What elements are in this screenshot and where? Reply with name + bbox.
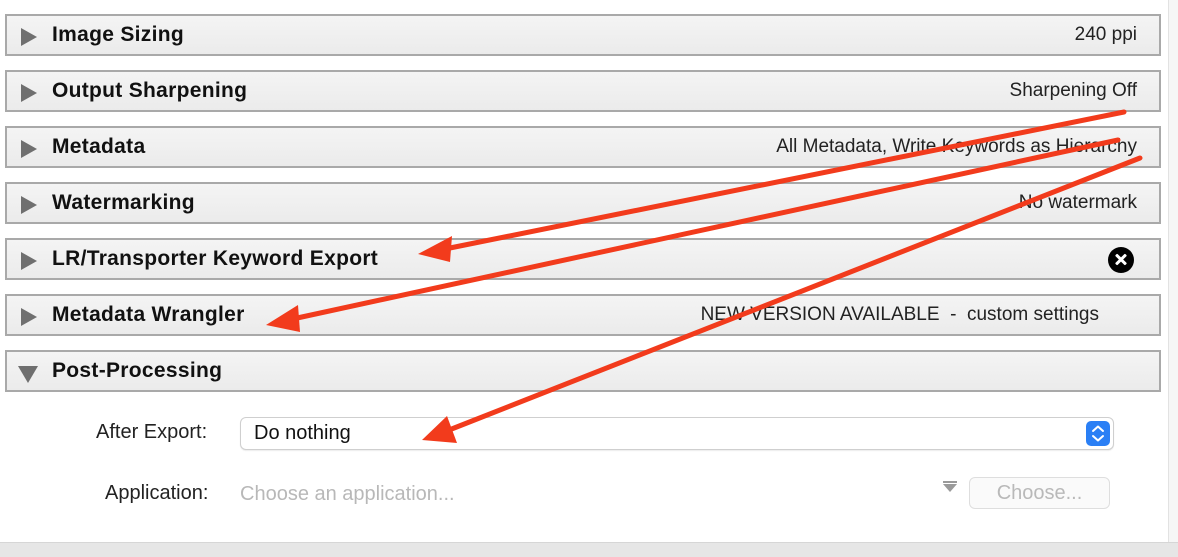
section-title: Metadata <box>52 135 146 158</box>
disclosure-triangle-expanded-icon[interactable] <box>18 366 38 383</box>
section-title: Post-Processing <box>52 359 223 382</box>
disclosure-triangle-icon[interactable] <box>21 196 37 214</box>
dropdown-arrow-icon[interactable] <box>943 484 957 492</box>
section-watermarking[interactable]: Watermarking No watermark <box>5 182 1161 224</box>
application-field[interactable]: Choose an application... <box>240 478 960 510</box>
application-placeholder: Choose an application... <box>240 483 455 505</box>
chevron-up-down-icon[interactable] <box>1086 421 1110 446</box>
dropdown-bar-icon <box>943 481 957 483</box>
section-post-processing[interactable]: Post-Processing <box>5 350 1161 392</box>
section-summary: NEW VERSION AVAILABLE - custom settings <box>700 304 1099 325</box>
section-title: Watermarking <box>52 191 195 214</box>
section-summary: Sharpening Off <box>1009 80 1137 101</box>
section-metadata-wrangler[interactable]: Metadata Wrangler NEW VERSION AVAILABLE … <box>5 294 1161 336</box>
after-export-value: Do nothing <box>254 422 351 444</box>
section-summary: All Metadata, Write Keywords as Hierarch… <box>776 136 1137 157</box>
section-title: Output Sharpening <box>52 79 248 102</box>
disclosure-triangle-icon[interactable] <box>21 84 37 102</box>
export-settings-panel: Image Sizing 240 ppi Output Sharpening S… <box>0 0 1168 542</box>
section-summary: No watermark <box>1018 192 1137 213</box>
section-title: Metadata Wrangler <box>52 303 245 326</box>
section-metadata[interactable]: Metadata All Metadata, Write Keywords as… <box>5 126 1161 168</box>
disclosure-triangle-icon[interactable] <box>21 28 37 46</box>
vertical-scrollbar[interactable] <box>1168 0 1178 542</box>
section-output-sharpening[interactable]: Output Sharpening Sharpening Off <box>5 70 1161 112</box>
choose-button[interactable]: Choose... <box>969 477 1110 509</box>
section-title: LR/Transporter Keyword Export <box>52 247 379 270</box>
section-image-sizing[interactable]: Image Sizing 240 ppi <box>5 14 1161 56</box>
section-lr-transporter-keyword-export[interactable]: LR/Transporter Keyword Export <box>5 238 1161 280</box>
section-summary: 240 ppi <box>1074 24 1137 45</box>
disclosure-triangle-icon[interactable] <box>21 140 37 158</box>
bottom-bar <box>0 542 1178 557</box>
after-export-label: After Export: <box>96 421 208 443</box>
section-title: Image Sizing <box>52 23 184 46</box>
close-icon[interactable] <box>1108 247 1134 273</box>
after-export-select[interactable]: Do nothing <box>240 417 1114 450</box>
disclosure-triangle-icon[interactable] <box>21 252 37 270</box>
application-label: Application: <box>105 482 209 504</box>
disclosure-triangle-icon[interactable] <box>21 308 37 326</box>
